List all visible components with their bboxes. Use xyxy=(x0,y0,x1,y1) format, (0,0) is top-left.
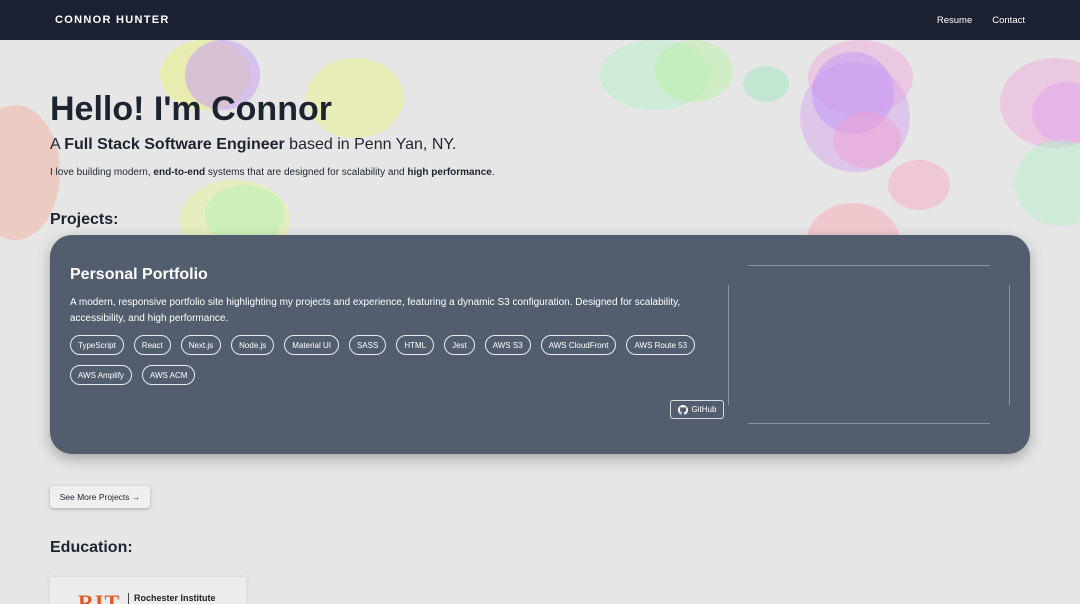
brand-name[interactable]: CONNOR HUNTER xyxy=(55,14,170,26)
education-heading: Education: xyxy=(50,539,133,556)
project-title: Personal Portfolio xyxy=(70,266,208,283)
bubble xyxy=(743,66,789,102)
desc-part-1: I love building modern, xyxy=(50,167,154,178)
tag-aws-route-53: AWS Route 53 xyxy=(626,335,696,355)
bubble xyxy=(800,62,910,172)
github-icon xyxy=(677,404,688,415)
tag-react: React xyxy=(133,335,171,355)
logo-divider xyxy=(128,593,129,604)
bubble xyxy=(655,40,733,102)
subtitle-prefix: A xyxy=(50,136,65,153)
preview-frame-right xyxy=(1009,285,1010,405)
hero-subtitle: A Full Stack Software Engineer based in … xyxy=(50,136,456,154)
desc-bold-2: high performance xyxy=(407,167,492,178)
tech-tags: TypeScript React Next.js Node.js Materia… xyxy=(70,335,710,385)
tag-aws-s3: AWS S3 xyxy=(484,335,531,355)
preview-frame-top xyxy=(748,265,990,266)
nav-link-contact[interactable]: Contact xyxy=(992,15,1025,26)
tag-aws-cloudfront: AWS CloudFront xyxy=(540,335,617,355)
desc-part-3: . xyxy=(491,167,495,178)
tag-aws-acm: AWS ACM xyxy=(141,365,196,385)
bubble xyxy=(888,160,950,210)
bubble xyxy=(833,112,901,168)
hero-description: I love building modern, end-to-end syste… xyxy=(50,167,495,178)
top-navbar: CONNOR HUNTER Resume Contact xyxy=(0,0,1080,40)
project-card: Personal Portfolio A modern, responsive … xyxy=(50,235,1030,454)
bubble xyxy=(600,40,710,110)
tag-nodejs: Node.js xyxy=(231,335,275,355)
subtitle-role: Full Stack Software Engineer xyxy=(64,136,285,153)
rit-logo: RIT xyxy=(78,590,121,604)
tag-nextjs: Next.js xyxy=(180,335,222,355)
desc-bold-1: end-to-end xyxy=(153,167,206,178)
see-more-projects-button[interactable]: See More Projects → xyxy=(50,486,150,508)
preview-frame-bottom xyxy=(748,423,990,424)
bubble xyxy=(808,40,913,115)
bubble xyxy=(1015,140,1080,226)
school-name: Rochester Institute xyxy=(134,593,216,603)
tag-typescript: TypeScript xyxy=(70,335,124,355)
github-label: GitHub xyxy=(691,405,717,414)
project-description: A modern, responsive portfolio site high… xyxy=(70,297,681,324)
tag-html: HTML xyxy=(396,335,435,355)
bubble xyxy=(1000,58,1080,148)
tag-jest: Jest xyxy=(444,335,475,355)
tag-aws-amplify: AWS Amplify xyxy=(70,365,132,385)
desc-part-2: systems that are designed for scalabilit… xyxy=(205,167,408,178)
tag-material-ui: Material UI xyxy=(284,335,339,355)
education-card[interactable]: RIT Rochester Institute xyxy=(50,577,246,604)
tag-sass: SASS xyxy=(348,335,387,355)
hero-title: Hello! I'm Connor xyxy=(50,90,332,128)
bubble xyxy=(1032,82,1080,144)
nav-links: Resume Contact xyxy=(937,15,1025,26)
projects-heading: Projects: xyxy=(50,211,119,228)
nav-link-resume[interactable]: Resume xyxy=(937,15,972,26)
github-button[interactable]: GitHub xyxy=(670,400,724,419)
preview-frame-left xyxy=(728,285,729,405)
bubble xyxy=(812,52,894,134)
subtitle-location: based in Penn Yan, NY. xyxy=(284,136,457,153)
